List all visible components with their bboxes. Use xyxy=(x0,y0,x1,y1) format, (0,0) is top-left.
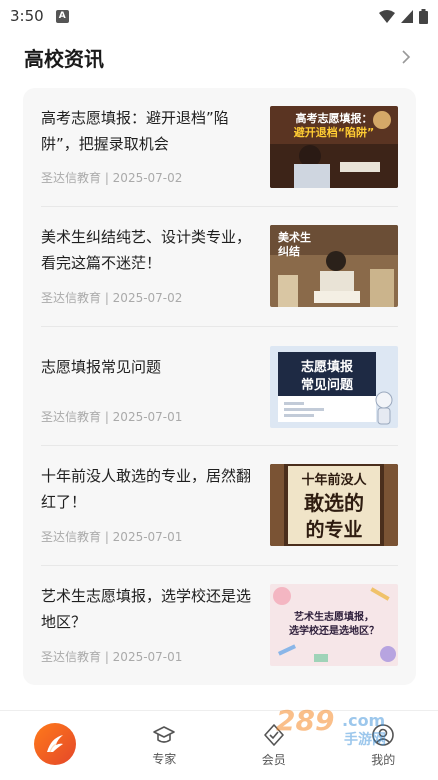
news-item[interactable]: 十年前没人敢选的专业，居然翻红了！ 圣达信教育 | 2025-07-01 十年前… xyxy=(41,446,398,566)
page-title: 高校资讯 xyxy=(24,46,104,71)
thumb-text: 艺术生志愿填报， xyxy=(294,610,374,623)
news-thumbnail: 美术生 纠结 xyxy=(270,225,398,308)
thumb-text: 敢选的 xyxy=(304,491,364,515)
news-title: 十年前没人敢选的专业，居然翻红了！ xyxy=(41,467,252,512)
cell-signal-icon xyxy=(401,9,413,23)
news-item[interactable]: 志愿填报常见问题 圣达信教育 | 2025-07-01 志愿填报 常见问题 xyxy=(41,327,398,447)
thumb-text: 美术生 xyxy=(278,230,311,244)
watermark-brand: 289 xyxy=(276,704,334,737)
news-list: 高考志愿填报：避开退档”陷阱”，把握录取机会 圣达信教育 | 2025-07-0… xyxy=(23,88,416,685)
news-meta: 圣达信教育 | 2025-07-02 xyxy=(41,290,183,305)
news-meta: 圣达信教育 | 2025-07-01 xyxy=(41,649,183,664)
news-item[interactable]: 美术生纠结纯艺、设计类专业，看完这篇不迷茫！ 圣达信教育 | 2025-07-0… xyxy=(41,207,398,327)
status-icons xyxy=(379,8,428,24)
thumb-text: 常见问题 xyxy=(301,377,354,393)
thumb-text: 高考志愿填报： xyxy=(296,111,373,125)
tab-experts[interactable]: 专家 xyxy=(110,711,220,780)
site-watermark: 289 .com 手游网 xyxy=(276,704,386,748)
news-title: 志愿填报常见问题 xyxy=(41,357,162,376)
news-meta: 圣达信教育 | 2025-07-02 xyxy=(41,171,183,186)
section-header: 高校资讯 xyxy=(0,40,438,74)
tab-label: 会员 xyxy=(261,753,286,767)
thumb-text: 的专业 xyxy=(305,518,362,541)
battery-icon xyxy=(419,8,428,24)
news-thumbnail: 艺术生志愿填报， 选学校还是选地区？ xyxy=(270,583,398,666)
tab-home[interactable] xyxy=(0,711,110,780)
home-logo-icon xyxy=(33,722,76,765)
news-meta: 圣达信教育 | 2025-07-01 xyxy=(41,410,183,425)
watermark-sub: 手游网 xyxy=(344,731,386,748)
thumb-text: 避开退档“陷阱” xyxy=(294,125,374,139)
status-bar: 3:50 A xyxy=(0,0,438,32)
news-title: 美术生纠结纯艺、设计类专业，看完这篇不迷茫！ xyxy=(41,228,252,273)
tab-label: 我的 xyxy=(371,753,396,767)
thumb-text: 志愿填报 xyxy=(301,359,354,375)
news-item[interactable]: 艺术生志愿填报，选学校还是选地区？ 圣达信教育 | 2025-07-01 艺术生… xyxy=(41,566,398,685)
news-meta: 圣达信教育 | 2025-07-01 xyxy=(41,529,183,544)
chevron-right-icon[interactable] xyxy=(398,49,414,65)
notification-app-icon: A xyxy=(55,9,69,23)
tab-label: 专家 xyxy=(152,752,177,766)
news-item[interactable]: 高考志愿填报：避开退档”陷阱”，把握录取机会 圣达信教育 | 2025-07-0… xyxy=(41,88,398,208)
status-time: 3:50 xyxy=(10,7,44,25)
watermark-suffix: .com xyxy=(342,711,385,730)
news-title: 高考志愿填报：避开退档”陷阱”，把握录取机会 xyxy=(41,109,229,153)
thumb-text: 纠结 xyxy=(278,244,300,258)
wifi-icon xyxy=(379,9,395,23)
news-thumbnail: 十年前没人 敢选的 的专业 xyxy=(270,464,398,547)
news-title: 艺术生志愿填报，选学校还是选地区？ xyxy=(41,586,252,631)
graduation-cap-icon xyxy=(153,726,176,743)
news-thumbnail: 志愿填报 常见问题 xyxy=(270,345,398,428)
thumb-text: 十年前没人 xyxy=(301,472,367,488)
news-thumbnail: 高考志愿填报： 避开退档“陷阱” xyxy=(270,106,398,188)
thumb-text: 选学校还是选地区？ xyxy=(289,624,379,637)
